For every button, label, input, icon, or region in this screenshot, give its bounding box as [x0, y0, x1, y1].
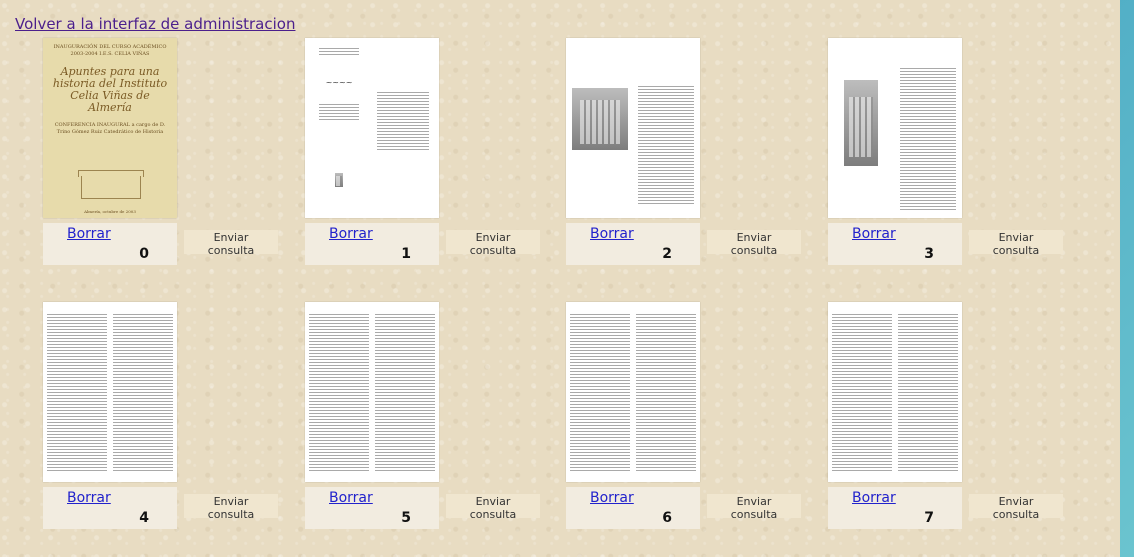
page-controls: Borrar 0 [43, 223, 177, 265]
cover-title: Apuntes para una historia del Instituto … [52, 65, 168, 114]
page-card-7: Borrar 7 Enviar consulta [828, 302, 1090, 552]
page-text-block [113, 312, 173, 472]
page-card-6: Borrar 6 Enviar consulta [566, 302, 828, 552]
page-text-block [638, 84, 694, 204]
page-text-block [832, 312, 892, 472]
page-number: 6 [662, 510, 672, 526]
delete-link[interactable]: Borrar [329, 490, 373, 506]
cover-top-text: INAUGURACIÓN DEL CURSO ACADÉMICO 2003-20… [53, 44, 167, 57]
send-query-button[interactable]: Enviar consulta [184, 230, 278, 257]
page-thumbnail[interactable]: ~~~~ [305, 38, 439, 218]
cover-subtitle: CONFERENCIA INAUGURAL a cargo de D. Trin… [54, 122, 166, 135]
page-title-art: ~~~~ [325, 78, 353, 87]
page-card-3: Borrar 3 Enviar consulta [828, 38, 1090, 288]
page-controls: Borrar 2 [566, 223, 700, 265]
building-photo [572, 88, 628, 150]
page-text-block [319, 102, 359, 122]
delete-link[interactable]: Borrar [590, 490, 634, 506]
page-text-block [898, 312, 958, 472]
send-query-button[interactable]: Enviar consulta [969, 230, 1063, 257]
page-controls: Borrar 7 [828, 487, 962, 529]
delete-link[interactable]: Borrar [590, 226, 634, 242]
page-text-block [636, 312, 696, 472]
building-illustration [78, 170, 144, 199]
delete-link[interactable]: Borrar [852, 490, 896, 506]
delete-link[interactable]: Borrar [329, 226, 373, 242]
cover-art: INAUGURACIÓN DEL CURSO ACADÉMICO 2003-20… [43, 38, 177, 218]
emblem-illustration [335, 173, 343, 187]
page-text-block [377, 90, 429, 150]
page-number: 0 [139, 246, 149, 262]
page-text-block [375, 312, 435, 472]
page-text-block [900, 66, 956, 212]
page-text-block [319, 46, 359, 56]
send-query-button[interactable]: Enviar consulta [446, 494, 540, 521]
page-thumbnail[interactable] [43, 302, 177, 482]
page-thumbnail[interactable] [828, 302, 962, 482]
page-number: 4 [139, 510, 149, 526]
page-number: 5 [401, 510, 411, 526]
send-query-button[interactable]: Enviar consulta [446, 230, 540, 257]
send-query-button[interactable]: Enviar consulta [707, 494, 801, 521]
page-card-0: INAUGURACIÓN DEL CURSO ACADÉMICO 2003-20… [43, 38, 305, 288]
page-thumbnail[interactable] [305, 302, 439, 482]
back-to-admin-link[interactable]: Volver a la interfaz de administracion [15, 15, 295, 33]
page-controls: Borrar 5 [305, 487, 439, 529]
page-number: 1 [401, 246, 411, 262]
page-thumbnail[interactable] [566, 38, 700, 218]
delete-link[interactable]: Borrar [67, 226, 111, 242]
send-query-button[interactable]: Enviar consulta [969, 494, 1063, 521]
admin-panel: Volver a la interfaz de administracion I… [0, 0, 1120, 557]
page-card-1: ~~~~ Borrar 1 Enviar consulta [305, 38, 567, 288]
page-controls: Borrar 4 [43, 487, 177, 529]
page-thumbnail[interactable] [828, 38, 962, 218]
page-controls: Borrar 1 [305, 223, 439, 265]
page-thumbnail[interactable]: INAUGURACIÓN DEL CURSO ACADÉMICO 2003-20… [43, 38, 177, 218]
page-card-4: Borrar 4 Enviar consulta [43, 302, 305, 552]
page-controls: Borrar 6 [566, 487, 700, 529]
page-text-block [309, 312, 369, 472]
page-number: 7 [924, 510, 934, 526]
page-text-block [570, 312, 630, 472]
delete-link[interactable]: Borrar [852, 226, 896, 242]
building-photo [844, 80, 878, 166]
delete-link[interactable]: Borrar [67, 490, 111, 506]
page-number: 2 [662, 246, 672, 262]
page-number: 3 [924, 246, 934, 262]
send-query-button[interactable]: Enviar consulta [707, 230, 801, 257]
page-card-2: Borrar 2 Enviar consulta [566, 38, 828, 288]
page-controls: Borrar 3 [828, 223, 962, 265]
cover-date: Almería, octubre de 2003 [84, 209, 136, 214]
page-thumbnail[interactable] [566, 302, 700, 482]
send-query-button[interactable]: Enviar consulta [184, 494, 278, 521]
page-text-block [47, 312, 107, 472]
page-card-5: Borrar 5 Enviar consulta [305, 302, 567, 552]
